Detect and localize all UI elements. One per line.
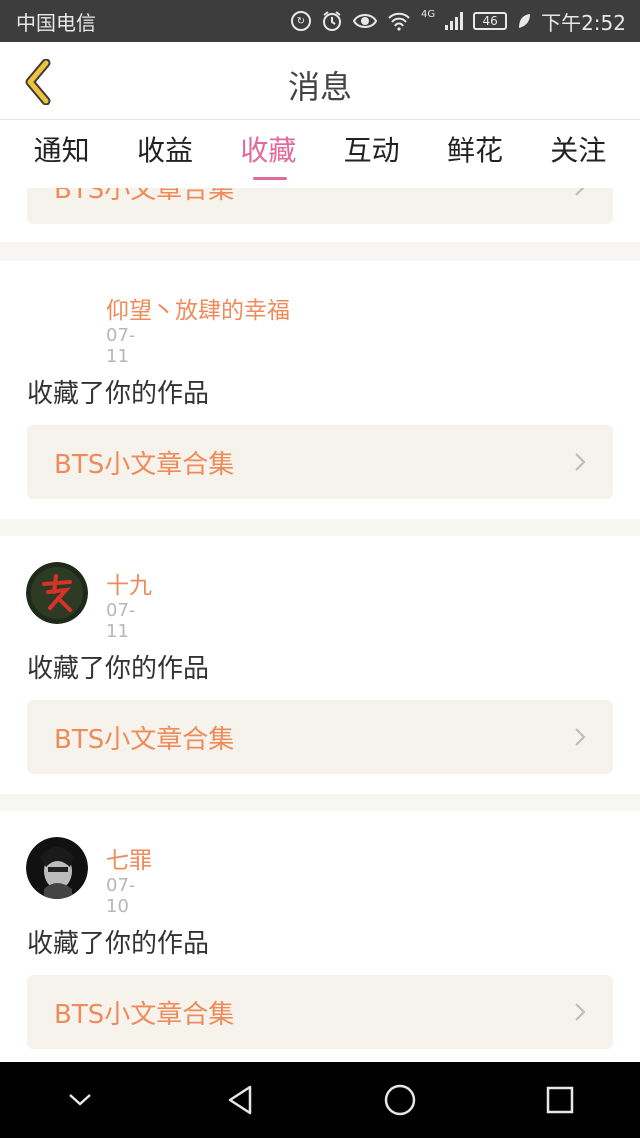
tab-follows[interactable]: 关注 (527, 120, 630, 188)
red-calligraphy-avatar (26, 562, 88, 624)
recents-square-icon (546, 1086, 574, 1114)
work-title: BTS小文章合集 (54, 188, 235, 205)
work-title: BTS小文章合集 (54, 449, 235, 480)
clock-label: 下午2:52 (541, 10, 626, 35)
message-date: 07-11 (106, 600, 136, 642)
chevron-right-icon (575, 188, 585, 196)
tab-interactions[interactable]: 互动 (320, 120, 423, 188)
tab-earnings[interactable]: 收益 (113, 120, 216, 188)
work-link[interactable]: BTS小文章合集 (27, 975, 613, 1049)
message-action: 收藏了你的作品 (27, 654, 210, 684)
avatar[interactable] (26, 287, 88, 349)
app-header: 消息 (0, 42, 640, 120)
user-name[interactable]: 七罪 (106, 841, 152, 875)
status-icons: ↻ 4G 46 下午2:52 (290, 7, 626, 36)
hd-call-icon: ↻ (290, 11, 311, 31)
tab-bar: 通知 收益 收藏 互动 鲜花 关注 (0, 120, 640, 188)
work-link[interactable]: BTS小文章合集 (27, 700, 613, 774)
chevron-right-icon (575, 1003, 586, 1021)
user-name[interactable]: 仰望丶放肆的幸福 (106, 291, 290, 325)
work-link[interactable]: BTS小文章合集 (27, 425, 613, 499)
back-triangle-icon (228, 1085, 252, 1115)
tab-flowers[interactable]: 鲜花 (423, 120, 526, 188)
message-action: 收藏了你的作品 (27, 379, 210, 409)
chevron-right-icon (575, 728, 586, 746)
system-nav-bar (0, 1062, 640, 1138)
chevron-right-icon (575, 453, 586, 471)
work-title: BTS小文章合集 (54, 724, 235, 755)
avatar[interactable] (26, 562, 88, 624)
home-circle-icon (384, 1084, 416, 1116)
message-date: 07-11 (106, 325, 136, 367)
collapse-button[interactable] (40, 1070, 120, 1130)
avatar[interactable] (26, 837, 88, 899)
nav-recents-button[interactable] (520, 1070, 600, 1130)
nav-back-button[interactable] (200, 1070, 280, 1130)
user-name[interactable]: 十九 (106, 566, 152, 600)
carrier-label: 中国电信 (16, 10, 96, 35)
alarm-icon (321, 10, 343, 32)
page-title: 消息 (287, 68, 352, 106)
nav-home-button[interactable] (360, 1070, 440, 1130)
message-list[interactable]: BTS小文章合集 仰望丶放肆的幸福 07-11 收藏了你的作品 BTS小文章合集 (0, 188, 640, 1062)
leaf-icon (517, 13, 531, 29)
message-card: BTS小文章合集 (0, 188, 640, 242)
signal-icon (445, 12, 464, 30)
message-card: 仰望丶放肆的幸福 07-11 收藏了你的作品 BTS小文章合集 (0, 261, 640, 519)
tab-notifications[interactable]: 通知 (10, 120, 113, 188)
message-card: 七罪 07-10 收藏了你的作品 BTS小文章合集 (0, 811, 640, 1062)
work-link[interactable]: BTS小文章合集 (27, 188, 613, 224)
bw-portrait-avatar (26, 837, 88, 899)
message-card: 十九 07-11 收藏了你的作品 BTS小文章合集 (0, 536, 640, 794)
network-label: 4G (420, 8, 436, 20)
message-action: 收藏了你的作品 (27, 929, 210, 959)
collapse-icon (69, 1094, 91, 1106)
tab-favorites[interactable]: 收藏 (217, 120, 320, 188)
battery-icon: 46 (473, 12, 508, 30)
status-bar: 中国电信 ↻ 4G 46 下午2:52 (0, 0, 640, 42)
wifi-icon (387, 11, 411, 31)
message-date: 07-10 (106, 875, 136, 917)
work-title: BTS小文章合集 (54, 999, 235, 1030)
eye-icon (352, 12, 377, 30)
